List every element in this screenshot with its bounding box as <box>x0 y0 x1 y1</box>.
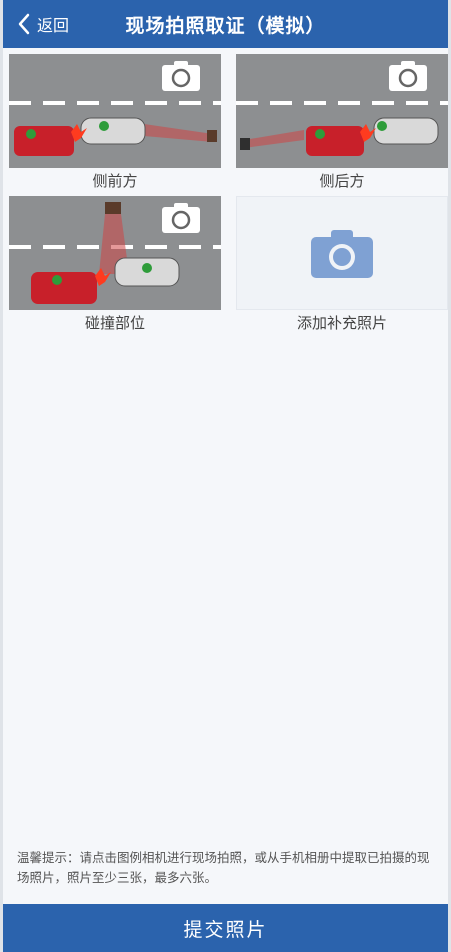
collision-point-label: 碰撞部位 <box>84 314 145 332</box>
collision-point-example-image[interactable] <box>9 196 221 310</box>
photo-slot-rear-side: 侧后方 <box>236 54 448 190</box>
camera-icon <box>162 61 200 91</box>
submit-photos-button[interactable]: 提交照片 <box>3 904 448 952</box>
rear-side-label: 侧后方 <box>319 172 365 190</box>
photo-slot-add-supplementary: 添加补充照片 <box>236 196 448 332</box>
photo-slot-collision-point: 碰撞部位 <box>9 196 221 332</box>
camera-icon <box>389 61 427 91</box>
camera-icon <box>162 203 200 233</box>
hint-text: 温馨提示：请点击图例相机进行现场拍照，或从手机相册中提取已拍摄的现场照片，照片至… <box>17 850 430 885</box>
photo-slot-front-side: 侧前方 <box>9 54 221 190</box>
add-photo-label: 添加补充照片 <box>296 314 387 332</box>
camera-icon <box>311 230 373 278</box>
front-side-label: 侧前方 <box>92 172 138 190</box>
top-bar: 返回 现场拍照取证（模拟） <box>3 0 448 48</box>
add-photo-button[interactable] <box>236 196 448 310</box>
front-side-example-image[interactable] <box>9 54 221 168</box>
rear-side-example-image[interactable] <box>236 54 448 168</box>
page-title: 现场拍照取证（模拟） <box>125 14 326 37</box>
